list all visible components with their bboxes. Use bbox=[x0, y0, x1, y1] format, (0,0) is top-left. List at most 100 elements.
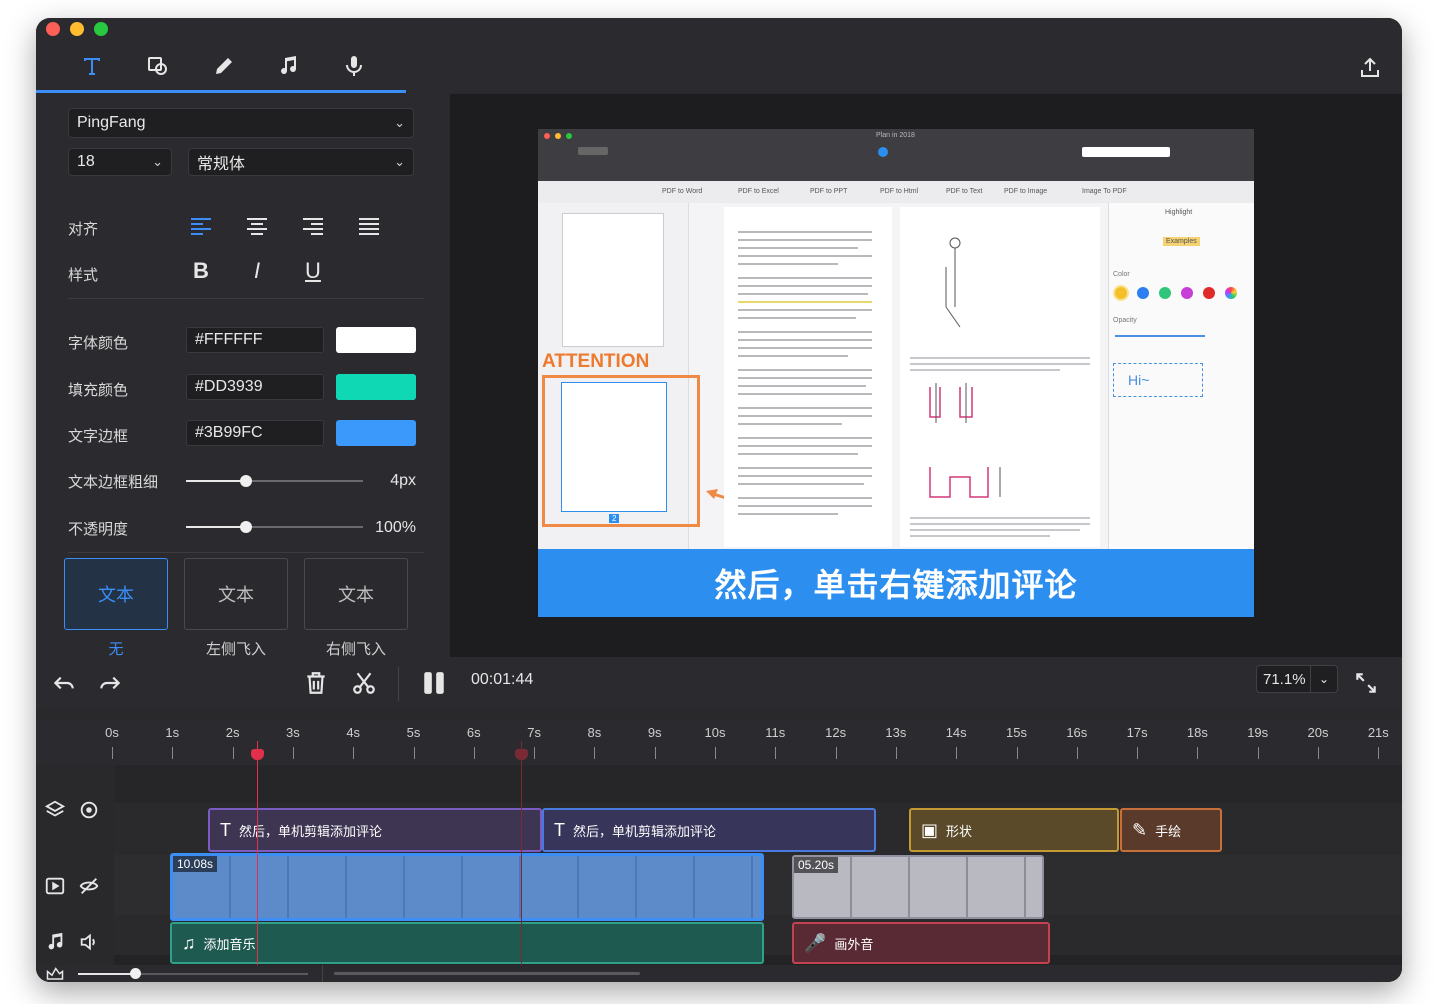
animation-none-label: 无 bbox=[108, 641, 124, 658]
ruler-tick-label: 1s bbox=[165, 725, 180, 740]
pause-icon[interactable] bbox=[418, 667, 450, 699]
font-color-swatch[interactable] bbox=[336, 327, 416, 353]
trash-icon[interactable] bbox=[300, 667, 332, 699]
voiceover-clip[interactable]: 🎤 画外音 bbox=[792, 922, 1050, 964]
music-tool-icon[interactable] bbox=[272, 50, 304, 82]
pdf-figures bbox=[910, 237, 1090, 537]
ruler-tick bbox=[353, 747, 355, 759]
ruler-tick bbox=[534, 747, 536, 759]
music-clip[interactable]: ♫ 添加音乐 bbox=[170, 922, 764, 964]
ruler-tick-label: 12s bbox=[825, 725, 847, 740]
align-justify-icon[interactable] bbox=[356, 214, 382, 240]
animation-fly-left-button[interactable]: 文本 bbox=[184, 558, 288, 630]
toolbar-divider bbox=[398, 667, 399, 701]
zoom-window-button[interactable] bbox=[94, 22, 108, 36]
zoom-slider[interactable] bbox=[78, 968, 308, 979]
ruler-tick-label: 2s bbox=[225, 725, 240, 740]
minimize-window-button[interactable] bbox=[70, 22, 84, 36]
active-tab-indicator bbox=[36, 90, 406, 93]
export-upload-icon[interactable] bbox=[1354, 52, 1386, 84]
waveform-icon[interactable] bbox=[46, 965, 64, 981]
menu-pdf-to-word: PDF to Word bbox=[662, 188, 703, 195]
align-right-icon[interactable] bbox=[300, 214, 326, 240]
opacity-slider[interactable] bbox=[186, 521, 363, 533]
fill-color-hex-input[interactable]: #DD3939 bbox=[186, 374, 324, 400]
video-clip-2[interactable]: 05.20s bbox=[792, 855, 1044, 919]
slider-knob[interactable] bbox=[240, 521, 253, 533]
highlight-opacity-slider bbox=[1115, 335, 1205, 337]
text-clip-2[interactable]: T 然后，单机剪辑添加评论 bbox=[542, 808, 876, 852]
chevron-down-icon: ⌄ bbox=[394, 154, 405, 169]
selected-page-thumbnail bbox=[561, 382, 667, 512]
draw-clip-label: 手绘 bbox=[1155, 823, 1182, 839]
animation-none-button[interactable]: 文本 bbox=[64, 558, 168, 630]
timeline-panel: 00:01:44 71.1% ⌄ 0s 1s 2s 3s 4s 5s 6s 7s 8s 9s 10s… bbox=[36, 657, 1402, 982]
ruler-tick-label: 9s bbox=[647, 725, 662, 740]
fill-color-swatch[interactable] bbox=[336, 374, 416, 400]
italic-button[interactable]: I bbox=[244, 258, 270, 284]
pencil-tool-icon[interactable] bbox=[208, 50, 240, 82]
pdf-zoom-dot bbox=[566, 133, 572, 139]
align-label: 对齐 bbox=[68, 221, 99, 238]
visibility-icon[interactable] bbox=[78, 799, 100, 821]
zoom-select[interactable]: 71.1% ⌄ bbox=[1256, 665, 1338, 693]
playhead-handle[interactable] bbox=[251, 749, 264, 760]
bold-button[interactable]: B bbox=[188, 258, 214, 284]
ruler-tick bbox=[473, 747, 475, 759]
microphone-tool-icon[interactable] bbox=[338, 50, 370, 82]
ruler-tick bbox=[112, 747, 113, 759]
fill-color-label: 填充颜色 bbox=[68, 382, 129, 399]
ruler-tick-label: 19s bbox=[1247, 725, 1269, 740]
timeline-toolbar: 00:01:44 71.1% ⌄ bbox=[36, 657, 1402, 709]
border-color-hex-input[interactable]: #3B99FC bbox=[186, 420, 324, 446]
ruler-tick bbox=[775, 747, 777, 759]
video-clip-1[interactable]: 10.08s bbox=[170, 853, 764, 921]
text-clip-1[interactable]: T 然后，单机剪辑添加评论 bbox=[208, 808, 542, 852]
font-weight-select[interactable]: 常规体 ⌄ bbox=[188, 148, 414, 176]
music-note-icon[interactable] bbox=[44, 931, 66, 953]
ruler-tick bbox=[1257, 747, 1259, 759]
draw-clip[interactable]: ✎ 手绘 bbox=[1120, 808, 1222, 852]
font-family-select[interactable]: PingFang ⌄ bbox=[68, 108, 414, 138]
ruler-tick bbox=[1378, 747, 1380, 759]
border-color-swatch[interactable] bbox=[336, 420, 416, 446]
font-size-select[interactable]: 18 ⌄ bbox=[68, 148, 172, 176]
border-width-slider[interactable] bbox=[186, 475, 363, 487]
preview-frame[interactable]: Plan in 2018 PDF to Word PDF to Excel PD… bbox=[538, 129, 1254, 617]
video-icon[interactable] bbox=[44, 875, 66, 897]
horizontal-scrollbar[interactable] bbox=[334, 972, 640, 975]
zoom-slider-fill bbox=[78, 973, 134, 975]
text-t-icon: T bbox=[220, 819, 231, 840]
ruler-tick-label: 14s bbox=[945, 725, 967, 740]
fullscreen-icon[interactable] bbox=[1350, 667, 1382, 699]
timeline-ruler[interactable]: 0s 1s 2s 3s 4s 5s 6s 7s 8s 9s 10s 11s 12s 13s 14s 15s 16… bbox=[36, 719, 1402, 765]
scissors-icon[interactable] bbox=[348, 667, 380, 699]
empty-track bbox=[114, 765, 1402, 803]
ruler-tick-label: 6s bbox=[466, 725, 481, 740]
font-weight-value: 常规体 bbox=[197, 156, 246, 173]
text-tool-icon[interactable] bbox=[76, 50, 108, 82]
pdf-page-right bbox=[900, 207, 1100, 547]
video-preview: Plan in 2018 PDF to Word PDF to Excel PD… bbox=[450, 94, 1402, 657]
playhead[interactable] bbox=[257, 741, 258, 965]
layers-icon[interactable] bbox=[44, 799, 66, 821]
underline-button[interactable]: U bbox=[300, 258, 326, 284]
zoom-slider-knob[interactable] bbox=[130, 968, 141, 979]
shape-clip[interactable]: ▣ 形状 bbox=[909, 808, 1119, 852]
shape-tool-icon[interactable] bbox=[142, 50, 174, 82]
align-left-icon[interactable] bbox=[188, 214, 214, 240]
ruler-tick bbox=[594, 747, 596, 759]
hidden-eye-icon[interactable] bbox=[78, 875, 100, 897]
close-window-button[interactable] bbox=[46, 22, 60, 36]
caption-text[interactable]: 然后，单击右键添加评论 bbox=[538, 549, 1254, 617]
volume-icon[interactable] bbox=[78, 931, 100, 953]
redo-icon[interactable] bbox=[94, 667, 126, 699]
opacity-value: 100% bbox=[375, 519, 416, 536]
marker-handle[interactable] bbox=[515, 749, 528, 760]
slider-knob[interactable] bbox=[240, 475, 253, 487]
font-color-hex-input[interactable]: #FFFFFF bbox=[186, 327, 324, 353]
animation-fly-right-button[interactable]: 文本 bbox=[304, 558, 408, 630]
undo-icon[interactable] bbox=[48, 667, 80, 699]
align-center-icon[interactable] bbox=[244, 214, 270, 240]
zoom-value: 71.1% bbox=[1263, 670, 1306, 688]
